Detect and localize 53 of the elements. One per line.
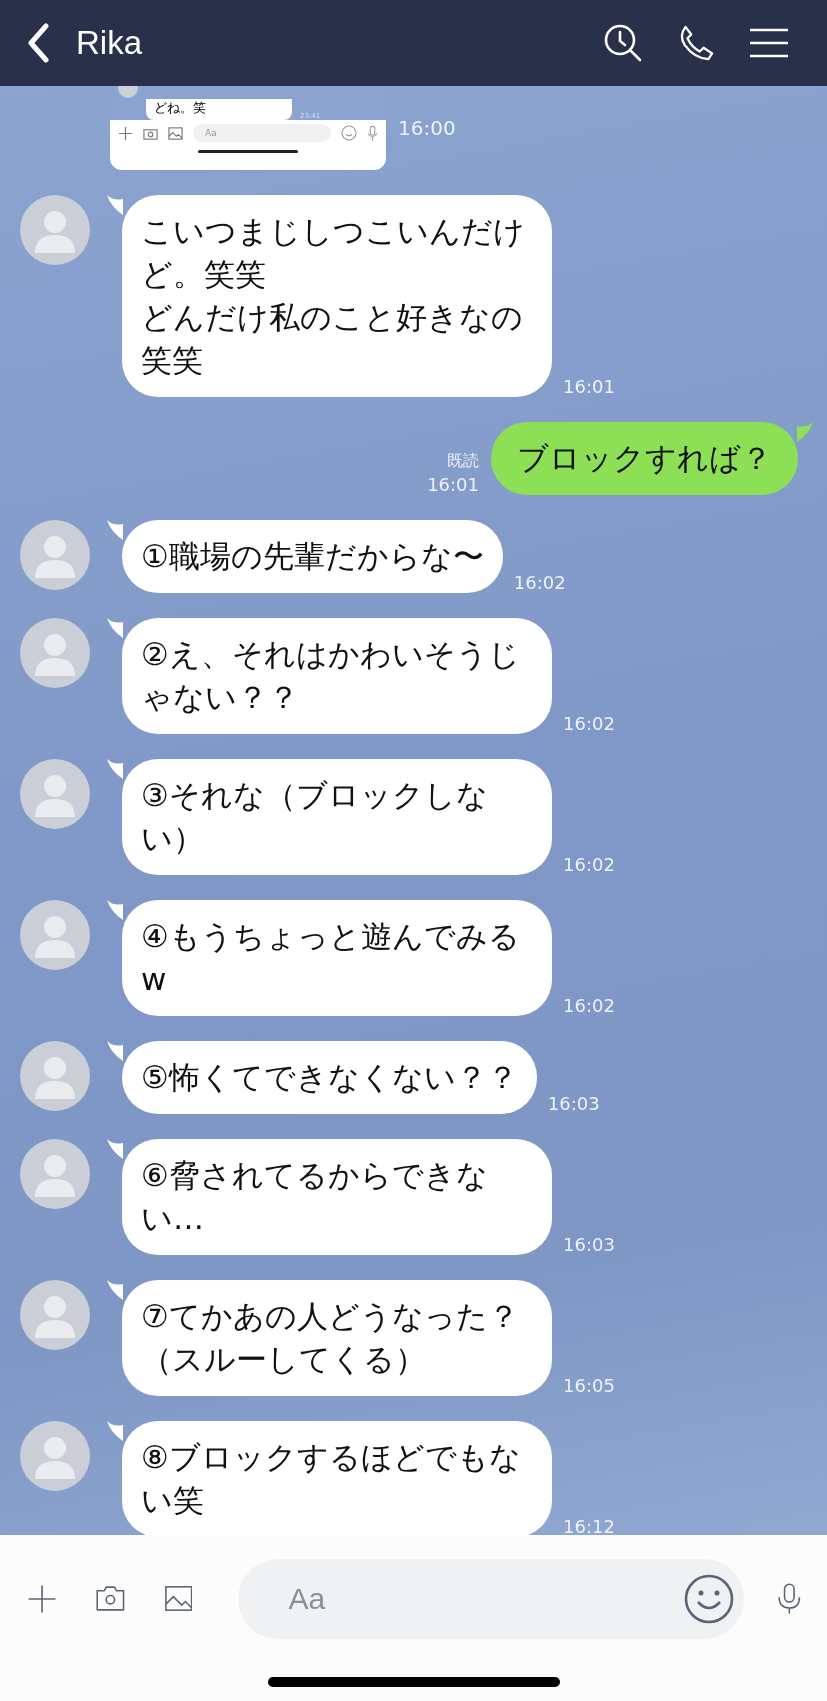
message-time: 16:12 <box>563 1516 615 1535</box>
message-input[interactable]: Aa <box>238 1558 745 1639</box>
message-bubble: ブロックすれば？ <box>491 422 798 495</box>
message-bubble: ⑦てかあの人どうなった？（スルーしてくる） <box>122 1280 552 1396</box>
input-field: Aa <box>193 124 331 142</box>
message-time: 16:05 <box>563 1375 615 1396</box>
message-bubble: ③それな（ブロックしない） <box>122 759 552 875</box>
avatar[interactable] <box>20 759 90 829</box>
avatar[interactable] <box>20 1139 90 1209</box>
message-bubble: ⑧ブロックするほどでもない笑 <box>122 1421 552 1535</box>
bubble-tail <box>107 618 123 638</box>
microphone-icon <box>367 124 378 142</box>
search-icon[interactable] <box>603 23 643 63</box>
avatar[interactable] <box>20 1280 90 1350</box>
bubble-tail <box>107 1041 123 1061</box>
plus-icon <box>118 125 133 141</box>
smiley-icon <box>341 125 357 141</box>
message-time: 16:02 <box>563 995 615 1016</box>
menu-icon[interactable] <box>749 28 789 58</box>
message-bubble: ①職場の先輩だからな〜 <box>122 520 503 593</box>
message-time: 16:02 <box>563 854 615 875</box>
bubble-tail <box>797 422 813 442</box>
bubble-tail <box>107 195 123 215</box>
image-icon <box>168 125 183 141</box>
avatar[interactable] <box>20 618 90 688</box>
bubble-tail <box>107 520 123 540</box>
message-time: 16:02 <box>513 572 566 593</box>
bubble-tail <box>107 1280 123 1300</box>
message-time: 16:01 <box>563 376 615 397</box>
message-bubble: ⑥脅されてるからできない… <box>122 1139 552 1255</box>
message-bubble: ⑤怖くてできなくない？？ <box>122 1041 537 1114</box>
avatar[interactable] <box>20 1041 90 1111</box>
message-time: 16:02 <box>563 713 615 734</box>
message-bubble: ②え、それはかわいそうじゃない？？ <box>122 618 552 734</box>
message-bubble: どね。笑 <box>146 99 292 120</box>
bubble-tail <box>107 1139 123 1159</box>
avatar[interactable] <box>20 900 90 970</box>
message-time: 16:00 <box>398 116 456 140</box>
smiley-icon[interactable] <box>684 1573 735 1624</box>
bubble-tail <box>107 759 123 779</box>
avatar[interactable] <box>20 195 90 265</box>
message-bubble: ④もうちょっと遊んでみるw <box>122 900 552 1016</box>
message-bubble: こいつまじしつこいんだけど。笑笑 どんだけ私のこと好きなの笑笑 <box>122 195 552 397</box>
bubble-tail <box>107 900 123 920</box>
avatar[interactable] <box>20 1421 90 1491</box>
message-time: 16:03 <box>563 1234 615 1255</box>
avatar[interactable] <box>20 520 90 590</box>
read-receipt: 既読 <box>447 451 479 472</box>
message-time: 16:03 <box>547 1093 600 1114</box>
back-icon[interactable] <box>26 23 50 63</box>
bubble-tail <box>107 1421 123 1441</box>
message-time: 16:01 <box>427 474 479 495</box>
chat-title: Rika <box>76 24 143 62</box>
